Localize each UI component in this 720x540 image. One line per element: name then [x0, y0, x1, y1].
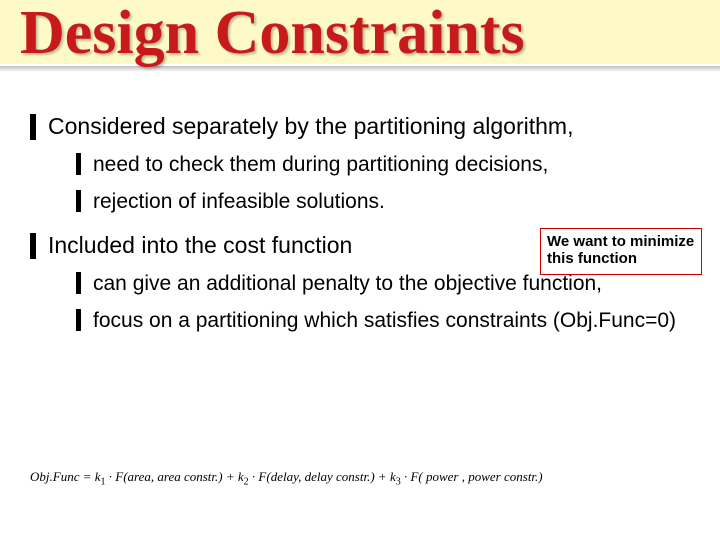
- content-area: Considered separately by the partitionin…: [0, 96, 720, 343]
- bullet-bar-icon: [76, 190, 81, 212]
- bullet-text: Considered separately by the partitionin…: [48, 112, 573, 141]
- callout-box: We want to minimize this function: [540, 228, 702, 275]
- bullet-lvl2: need to check them during partitioning d…: [76, 151, 690, 178]
- bullet-text: Included into the cost function: [48, 231, 352, 260]
- formula-term: · F( power , power constr.): [401, 469, 543, 484]
- formula-lhs: Obj.Func = k: [30, 469, 101, 484]
- bullet-bar-icon: [76, 272, 81, 294]
- bullet-bar-icon: [76, 309, 81, 331]
- bullet-text: need to check them during partitioning d…: [93, 151, 548, 178]
- slide-title: Design Constraints: [20, 2, 700, 64]
- bullet-text: focus on a partitioning which satisfies …: [93, 307, 676, 334]
- bullet-lvl1: Considered separately by the partitionin…: [30, 112, 690, 141]
- bullet-bar-icon: [30, 114, 36, 140]
- bullet-text: can give an additional penalty to the ob…: [93, 270, 602, 297]
- bullet-bar-icon: [76, 153, 81, 175]
- bullet-lvl2: rejection of infeasible solutions.: [76, 188, 690, 215]
- bullet-bar-icon: [30, 233, 36, 259]
- slide: Design Constraints Considered separately…: [0, 0, 720, 540]
- bullet-lvl2: focus on a partitioning which satisfies …: [76, 307, 690, 334]
- formula-term: · F(area, area constr.) + k: [106, 469, 244, 484]
- objective-function-formula: Obj.Func = k1 · F(area, area constr.) + …: [30, 469, 690, 488]
- formula-term: · F(delay, delay constr.) + k: [249, 469, 396, 484]
- title-band: Design Constraints: [0, 0, 720, 64]
- bullet-text: rejection of infeasible solutions.: [93, 188, 385, 215]
